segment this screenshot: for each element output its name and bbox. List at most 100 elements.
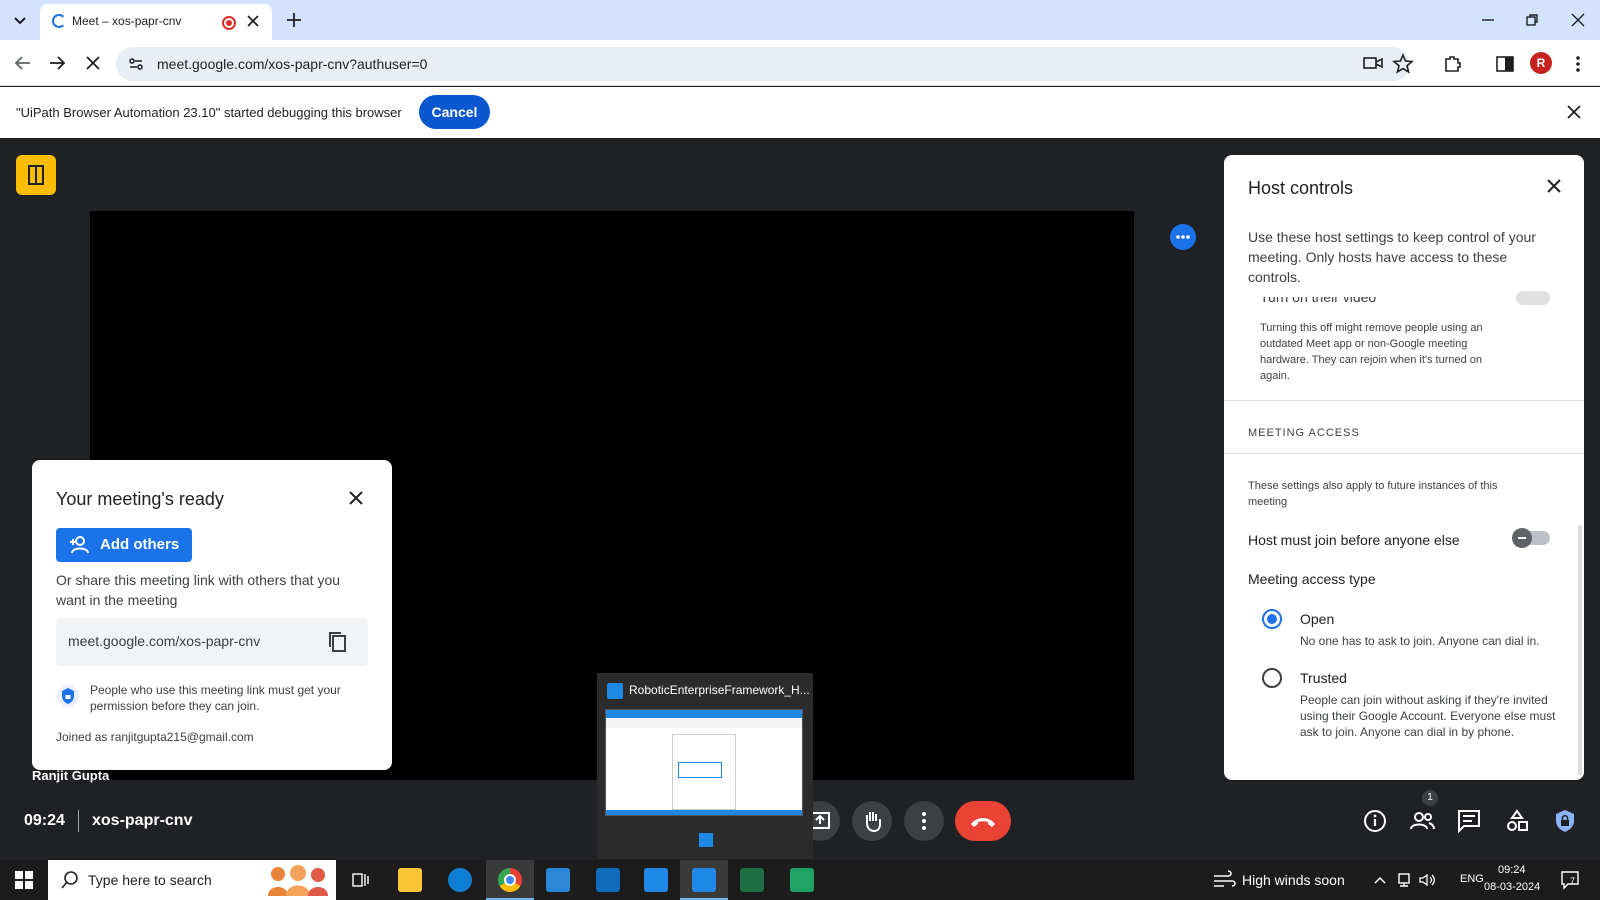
chat-icon[interactable] [1456, 808, 1482, 834]
weather-icon [1212, 870, 1236, 890]
network-icon[interactable] [1396, 872, 1412, 888]
close-host-controls-icon[interactable] [1544, 176, 1564, 196]
host-controls-title: Host controls [1248, 178, 1354, 198]
permission-note: People who use this meeting link must ge… [90, 683, 341, 713]
meeting-link[interactable]: meet.google.com/xos-papr-cnv [68, 633, 260, 649]
edge-icon[interactable] [448, 868, 472, 892]
people-icon[interactable] [1408, 808, 1436, 834]
notification-count: 7 [1570, 876, 1576, 886]
file-explorer-icon[interactable] [398, 868, 422, 892]
new-tab-icon[interactable] [284, 10, 304, 30]
open-option-label[interactable]: Open [1300, 611, 1334, 627]
host-controls-description: Use these host settings to keep control … [1248, 229, 1536, 285]
close-ready-card-icon[interactable] [346, 488, 366, 508]
debug-message: "UiPath Browser Automation 23.10" starte… [16, 105, 402, 120]
back-icon[interactable] [12, 52, 34, 74]
chrome-icon [498, 868, 522, 892]
leave-call-button[interactable] [955, 801, 1011, 841]
ready-card-title: Your meeting's ready [56, 489, 224, 509]
divider [1224, 453, 1584, 454]
turn-on-video-description: Turning this off might remove people usi… [1260, 322, 1483, 382]
studio-icon [692, 868, 716, 892]
window-app-icon[interactable] [644, 868, 668, 892]
url-text[interactable]: meet.google.com/xos-papr-cnv?authuser=0 [157, 56, 427, 72]
studio-app-icon [607, 683, 623, 699]
picture-in-picture-button[interactable] [16, 155, 56, 195]
divider [1224, 400, 1584, 401]
excel-icon[interactable] [740, 868, 764, 892]
tab-meet[interactable]: Meet – xos-papr-cnv [40, 4, 272, 40]
minimize-icon[interactable] [1478, 10, 1498, 30]
turn-on-video-toggle[interactable] [1516, 291, 1550, 305]
trusted-option-label[interactable]: Trusted [1300, 670, 1347, 686]
thumbnail-preview [605, 709, 803, 816]
panel-scrollbar[interactable] [1578, 525, 1582, 775]
activities-icon[interactable] [1504, 808, 1530, 834]
side-panel-icon[interactable] [1494, 53, 1516, 75]
profile-avatar[interactable]: R [1530, 52, 1552, 74]
host-join-toggle[interactable] [1512, 528, 1550, 548]
search-highlight-illustration [258, 864, 332, 896]
tab-search-button[interactable] [8, 8, 32, 32]
task-view-icon[interactable] [350, 870, 370, 890]
trusted-radio[interactable] [1262, 668, 1282, 688]
share-instructions: Or share this meeting link with others t… [56, 572, 341, 608]
chrome-menu-icon[interactable] [1568, 53, 1588, 75]
notifications-icon[interactable]: 7 [1560, 870, 1582, 890]
extensions-icon[interactable] [1442, 53, 1464, 75]
add-person-icon [68, 535, 92, 555]
stop-loading-icon[interactable] [82, 52, 104, 74]
host-controls-panel: Host controls Use these host settings to… [1224, 155, 1584, 780]
taskbar-thumbnail[interactable]: RoboticEnterpriseFramework_H... [597, 673, 813, 859]
cancel-debug-button[interactable]: Cancel [419, 95, 490, 129]
joined-as: Joined as ranjitgupta215@gmail.com [56, 730, 254, 744]
close-infobar-icon[interactable] [1564, 102, 1584, 122]
clock-date[interactable]: 08-03-2024 [1484, 881, 1540, 893]
chevron-up-icon[interactable] [1372, 872, 1388, 888]
recording-icon [222, 16, 236, 30]
add-others-button[interactable]: Add others [56, 528, 192, 562]
host-join-label: Host must join before anyone else [1248, 532, 1460, 548]
store-icon[interactable] [546, 868, 570, 892]
toggle-knob [1512, 528, 1532, 548]
camera-in-use-icon[interactable] [1362, 53, 1384, 73]
mail-icon[interactable] [596, 868, 620, 892]
separator [78, 810, 79, 832]
access-type-label: Meeting access type [1248, 571, 1376, 587]
restore-icon[interactable] [1522, 10, 1542, 30]
chevron-down-icon [14, 17, 26, 25]
open-radio[interactable] [1262, 609, 1282, 629]
host-controls-icon[interactable] [1552, 808, 1578, 834]
language-indicator[interactable]: ENG [1460, 873, 1484, 885]
meeting-link-box: meet.google.com/xos-papr-cnv [56, 618, 368, 666]
more-vertical-icon [922, 812, 926, 830]
trusted-option-description: People can join without asking if they'r… [1300, 693, 1556, 739]
media-app-icon[interactable] [790, 868, 814, 892]
close-tab-icon[interactable] [244, 12, 262, 30]
taskbar-search-box[interactable]: Type here to search [48, 860, 336, 900]
tile-options-button[interactable] [1170, 224, 1196, 250]
copy-icon[interactable] [326, 630, 350, 654]
forward-icon[interactable] [46, 52, 68, 74]
hang-up-icon [971, 818, 995, 827]
uipath-studio-taskbar-button[interactable] [680, 860, 728, 900]
volume-icon[interactable] [1418, 872, 1436, 888]
search-icon [60, 870, 80, 890]
raise-hand-button[interactable] [852, 801, 892, 841]
clock-time[interactable]: 09:24 [1498, 864, 1526, 876]
more-options-button[interactable] [904, 801, 944, 841]
chrome-taskbar-button[interactable] [486, 860, 534, 900]
open-option-description: No one has to ask to join. Anyone can di… [1300, 634, 1540, 648]
hand-icon [866, 812, 881, 833]
shield-lock-icon [56, 684, 80, 708]
meeting-code: xos-papr-cnv [92, 812, 193, 829]
windows-start-icon[interactable] [14, 870, 34, 890]
weather-text[interactable]: High winds soon [1242, 872, 1345, 888]
close-window-icon[interactable] [1568, 10, 1588, 30]
bookmark-star-icon[interactable] [1392, 53, 1414, 75]
loading-icon [52, 14, 66, 28]
meeting-details-icon[interactable] [1362, 808, 1388, 834]
thumbnail-focus-square [699, 833, 713, 847]
site-info-icon[interactable] [126, 54, 146, 74]
door-icon [28, 165, 44, 185]
